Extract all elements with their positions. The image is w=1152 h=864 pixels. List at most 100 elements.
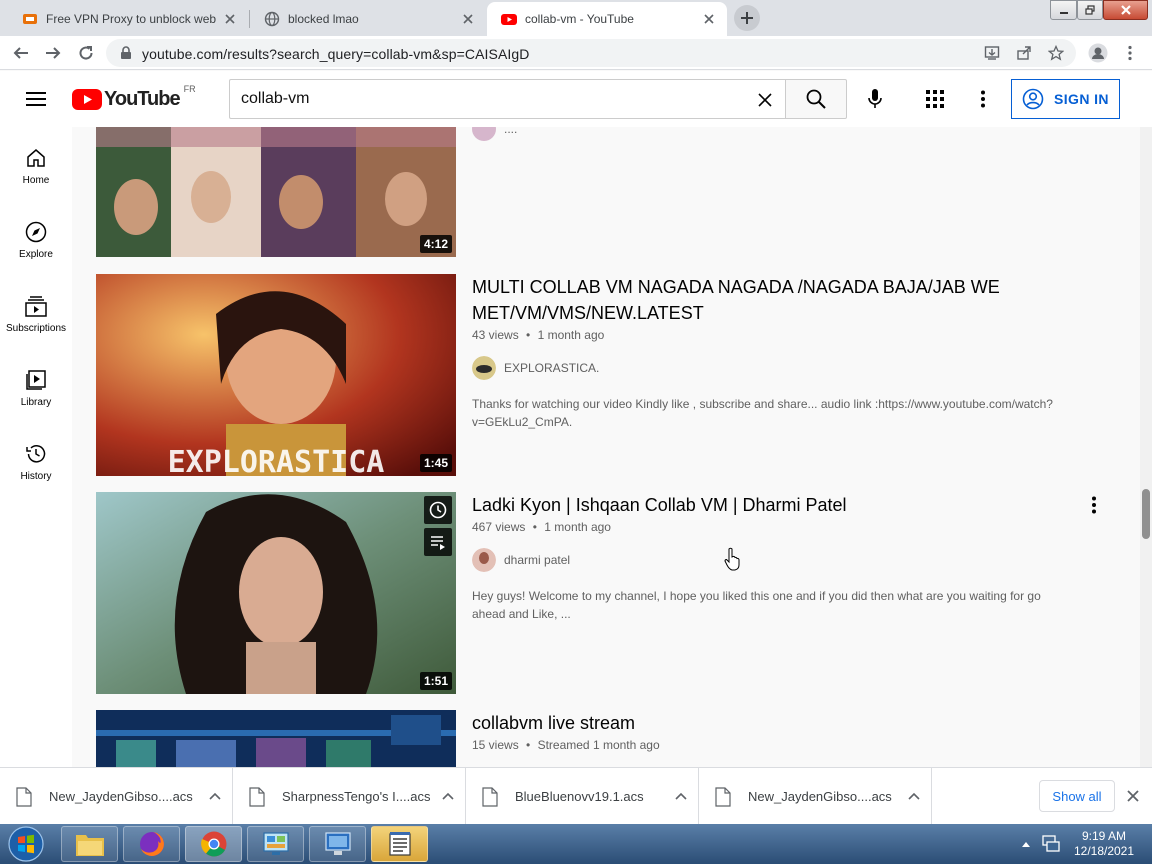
file-icon <box>249 786 265 807</box>
video-action-menu-button[interactable] <box>1082 493 1106 517</box>
guide-item-subscriptions[interactable]: Subscriptions <box>0 281 72 355</box>
hamburger-menu-icon[interactable] <box>26 90 46 108</box>
restore-button[interactable] <box>1077 0 1103 20</box>
network-icon[interactable] <box>1041 835 1061 853</box>
minimize-button[interactable] <box>1050 0 1077 20</box>
apps-button[interactable] <box>923 87 947 111</box>
download-filename: BlueBluenovv19.1.acs <box>515 789 644 804</box>
chevron-up-icon[interactable] <box>440 789 456 805</box>
tab-youtube-active[interactable]: collab-vm - YouTube <box>487 2 727 36</box>
star-bookmark-icon[interactable] <box>1048 45 1064 61</box>
folder-icon <box>75 835 104 856</box>
share-icon[interactable] <box>1016 45 1032 61</box>
tray-expand-icon[interactable] <box>1021 840 1031 848</box>
channel-link[interactable]: .... <box>472 127 517 141</box>
forward-button[interactable] <box>41 41 65 65</box>
chevron-up-icon[interactable] <box>207 789 223 805</box>
new-tab-button[interactable] <box>734 5 760 31</box>
settings-menu-button[interactable] <box>971 87 995 111</box>
show-all-downloads-button[interactable]: Show all <box>1039 780 1115 812</box>
taskbar-control-panel[interactable] <box>247 826 304 862</box>
arrow-left-icon <box>13 47 28 59</box>
queue-icon <box>431 536 445 550</box>
guide-item-label: Subscriptions <box>5 323 67 334</box>
youtube-play-logo-icon <box>72 88 102 110</box>
dharmi-patel-thumbnail <box>96 492 456 694</box>
video-thumbnail[interactable] <box>96 710 456 767</box>
omnibox[interactable]: youtube.com/results?search_query=collab-… <box>106 39 1076 67</box>
apps-grid-icon <box>926 90 944 108</box>
search-icon <box>806 89 826 109</box>
thumbnail-overlay-text: EXPLORASTICA <box>168 445 385 476</box>
collabvm-stream-thumbnail <box>96 710 456 767</box>
channel-avatar <box>472 127 496 141</box>
tab-vpn-proxy[interactable]: Free VPN Proxy to unblock websi <box>8 2 248 36</box>
video-thumbnail[interactable]: 1:51 <box>96 492 456 694</box>
guide-item-home[interactable]: Home <box>0 133 72 207</box>
download-item[interactable]: BlueBluenovv19.1.acs <box>466 768 699 825</box>
close-shelf-icon[interactable] <box>1126 789 1140 803</box>
watch-later-button[interactable] <box>424 496 452 524</box>
taskbar-firefox[interactable] <box>123 826 180 862</box>
back-button[interactable] <box>9 41 33 65</box>
explorastica-thumbnail: EXPLORASTICA <box>96 274 456 476</box>
video-duration: 4:12 <box>419 235 452 253</box>
chevron-up-icon[interactable] <box>906 789 922 805</box>
metadata-separator: • <box>532 520 537 534</box>
restore-icon <box>1085 5 1095 15</box>
taskbar-notepad[interactable] <box>371 826 428 862</box>
page-scrollbar[interactable] <box>1140 127 1152 767</box>
chrome-icon <box>200 831 226 857</box>
globe-icon <box>264 11 280 27</box>
sign-in-button[interactable]: SIGN IN <box>1011 79 1120 119</box>
tab-blocked-lmao[interactable]: blocked lmao <box>250 2 486 36</box>
taskbar-chrome[interactable] <box>185 826 242 862</box>
taskbar-explorer[interactable] <box>61 826 118 862</box>
account-circle-icon <box>1022 88 1044 110</box>
video-thumbnail[interactable]: 4:12 <box>96 127 456 257</box>
guide-item-label: Library <box>20 397 52 408</box>
youtube-logo[interactable]: YouTube FR <box>72 84 196 111</box>
voice-search-button[interactable] <box>863 87 887 111</box>
download-item[interactable]: SharpnessTengo's I....acs <box>233 768 466 825</box>
profile-button[interactable] <box>1086 41 1110 65</box>
channel-link[interactable]: dharmi patel <box>472 548 570 572</box>
search-button[interactable] <box>785 79 847 119</box>
close-window-button[interactable] <box>1103 0 1148 20</box>
video-title[interactable]: collabvm live stream <box>472 710 1032 736</box>
clear-search-icon[interactable] <box>757 92 773 108</box>
guide-item-explore[interactable]: Explore <box>0 207 72 281</box>
download-item[interactable]: New_JaydenGibso....acs <box>0 768 233 825</box>
video-thumbnail[interactable]: EXPLORASTICA 1:45 <box>96 274 456 476</box>
reload-icon <box>79 46 93 60</box>
browser-menu-button[interactable] <box>1118 41 1142 65</box>
close-tab-icon[interactable] <box>222 11 238 27</box>
close-tab-icon[interactable] <box>460 11 476 27</box>
video-title[interactable]: Ladki Kyon | Ishqaan Collab VM | Dharmi … <box>472 492 1032 518</box>
lock-icon[interactable] <box>118 45 134 61</box>
video-title[interactable]: MULTI COLLAB VM NAGADA NAGADA /NAGADA BA… <box>472 274 1032 326</box>
taskbar-remote-desktop[interactable] <box>309 826 366 862</box>
proxy-favicon-icon <box>23 14 37 24</box>
system-clock[interactable]: 9:19 AM 12/18/2021 <box>1064 829 1144 859</box>
start-button[interactable] <box>4 825 48 863</box>
hand-cursor-icon <box>724 547 740 571</box>
video-metadata: 15 views • Streamed 1 month ago <box>472 738 660 752</box>
search-box[interactable] <box>229 79 785 119</box>
subscriptions-icon <box>25 296 47 317</box>
search-input[interactable] <box>241 88 721 110</box>
guide-item-label: Home <box>22 175 50 186</box>
reload-button[interactable] <box>74 41 98 65</box>
chevron-up-icon[interactable] <box>673 789 689 805</box>
tab-title: Free VPN Proxy to unblock websi <box>46 12 216 26</box>
guide-item-library[interactable]: Library <box>0 355 72 429</box>
close-tab-icon[interactable] <box>701 11 717 27</box>
install-app-icon[interactable] <box>984 45 1000 61</box>
add-to-queue-button[interactable] <box>424 528 452 556</box>
download-shelf: New_JaydenGibso....acs SharpnessTengo's … <box>0 767 1152 825</box>
scrollbar-thumb[interactable] <box>1142 489 1150 539</box>
guide-item-history[interactable]: History <box>0 429 72 503</box>
video-description: Hey guys! Welcome to my channel, I hope … <box>472 589 1041 621</box>
download-item[interactable]: New_JaydenGibso....acs <box>699 768 932 825</box>
channel-link[interactable]: EXPLORASTICA. <box>472 356 599 380</box>
